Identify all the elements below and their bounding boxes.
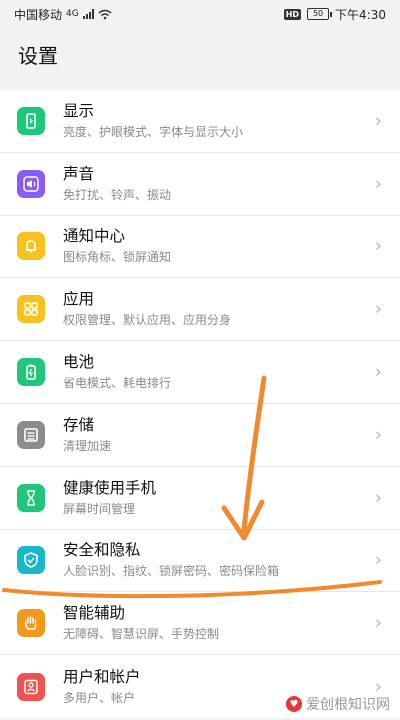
settings-item-text: 显示亮度、护眼模式、字体与显示大小 (63, 101, 400, 141)
page-title: 设置 (18, 44, 58, 68)
settings-item-subtitle: 权限管理、默认应用、应用分身 (63, 313, 232, 328)
signal-icon (82, 9, 94, 19)
chevron-right-icon: › (374, 173, 382, 195)
chevron-right-icon: › (374, 549, 382, 571)
chevron-right-icon: › (374, 361, 382, 383)
settings-item-title: 应用 (63, 290, 95, 309)
status-bar: 中国移动 4G HD 50 下午4:30 (0, 0, 400, 28)
hourglass-icon (17, 483, 45, 512)
carrier-label: 中国移动 (14, 7, 63, 22)
settings-item-text: 智能辅助无障碍、智慧识屏、手势控制 (63, 603, 400, 643)
settings-item-title: 存储 (63, 415, 95, 434)
storage-icon (17, 420, 45, 449)
settings-item-title: 声音 (63, 164, 95, 183)
settings-item-7[interactable]: 健康使用手机 屏幕时间管理 › (0, 467, 400, 530)
network-label: 4G (66, 9, 79, 19)
shield-icon (17, 546, 45, 575)
settings-item-title: 电池 (63, 353, 95, 372)
settings-item-text: 电池省电模式、耗电排行 (63, 352, 400, 392)
watermark: ♥ 爱创根知识网 (282, 692, 394, 716)
settings-item-9[interactable]: 智能辅助 无障碍、智慧识屏、手势控制 › (0, 592, 400, 656)
wifi-icon (98, 9, 112, 19)
settings-item-title: 健康使用手机 (63, 478, 157, 497)
settings-item-text: 安全和隐私人脸识别、指纹、锁屏密码、密码保险箱 (63, 540, 400, 580)
settings-item-subtitle: 无障碍、智慧识屏、手势控制 (63, 627, 220, 642)
settings-item-3[interactable]: 通知中心 图标角标、锁屏通知 › (0, 216, 400, 279)
settings-item-8[interactable]: 安全和隐私 人脸识别、指纹、锁屏密码、密码保险箱 › (0, 530, 400, 593)
settings-item-6[interactable]: 存储 清理加速 › (0, 404, 400, 467)
hand-icon (17, 609, 45, 638)
settings-item-2[interactable]: 声音 免打扰、铃声、振动 › (0, 153, 400, 216)
settings-item-1[interactable]: 显示 亮度、护眼模式、字体与显示大小 › (0, 90, 400, 153)
settings-item-text: 应用权限管理、默认应用、应用分身 (63, 289, 400, 329)
chevron-right-icon: › (374, 487, 382, 509)
chevron-right-icon: › (374, 298, 382, 320)
settings-item-text: 通知中心图标角标、锁屏通知 (63, 226, 400, 266)
settings-item-5[interactable]: 电池 省电模式、耗电排行 › (0, 341, 400, 404)
settings-item-text: 存储 清理加速 (63, 415, 400, 455)
user-icon (17, 672, 45, 701)
bell-icon (17, 232, 45, 261)
settings-item-subtitle: 免打扰、铃声、振动 (63, 187, 172, 202)
settings-item-subtitle: 省电模式、耗电排行 (63, 376, 172, 391)
battery-icon (17, 358, 45, 387)
settings-item-subtitle: 图标角标、锁屏通知 (63, 250, 172, 265)
watermark-text: 爱创根知识网 (306, 697, 390, 713)
sound-icon (17, 169, 45, 198)
settings-item-title: 安全和隐私 (63, 541, 141, 560)
display-icon (17, 106, 45, 135)
settings-item-subtitle: 屏幕时间管理 (63, 501, 136, 516)
settings-item-title: 通知中心 (63, 227, 126, 246)
settings-item-4[interactable]: 应用 权限管理、默认应用、应用分身 › (0, 278, 400, 342)
clock: 下午4:30 (335, 7, 386, 22)
chevron-right-icon: › (374, 235, 382, 257)
watermark-logo-icon: ♥ (286, 696, 302, 712)
settings-item-text: 健康使用手机屏幕时间管理 (63, 478, 400, 518)
settings-item-subtitle: 人脸识别、指纹、锁屏密码、密码保险箱 (63, 564, 280, 579)
chevron-right-icon: › (374, 110, 382, 132)
chevron-right-icon: › (374, 424, 382, 446)
hd-badge: HD (283, 8, 302, 20)
settings-list: 显示 亮度、护眼模式、字体与显示大小 › 声音 免打扰、铃声、振动 › 通知中心 图标角标、锁… (0, 90, 400, 718)
settings-item-subtitle: 亮度、护眼模式、字体与显示大小 (63, 124, 244, 139)
settings-item-text: 声音免打扰、铃声、振动 (63, 164, 400, 204)
settings-item-title: 显示 (63, 101, 95, 120)
settings-item-subtitle: 清理加速 (63, 438, 112, 453)
apps-icon (17, 295, 45, 324)
battery-icon: 50 (307, 8, 333, 20)
settings-item-title: 用户和帐户 (63, 667, 141, 686)
chevron-right-icon: › (374, 612, 382, 634)
settings-item-title: 智能辅助 (63, 604, 126, 623)
